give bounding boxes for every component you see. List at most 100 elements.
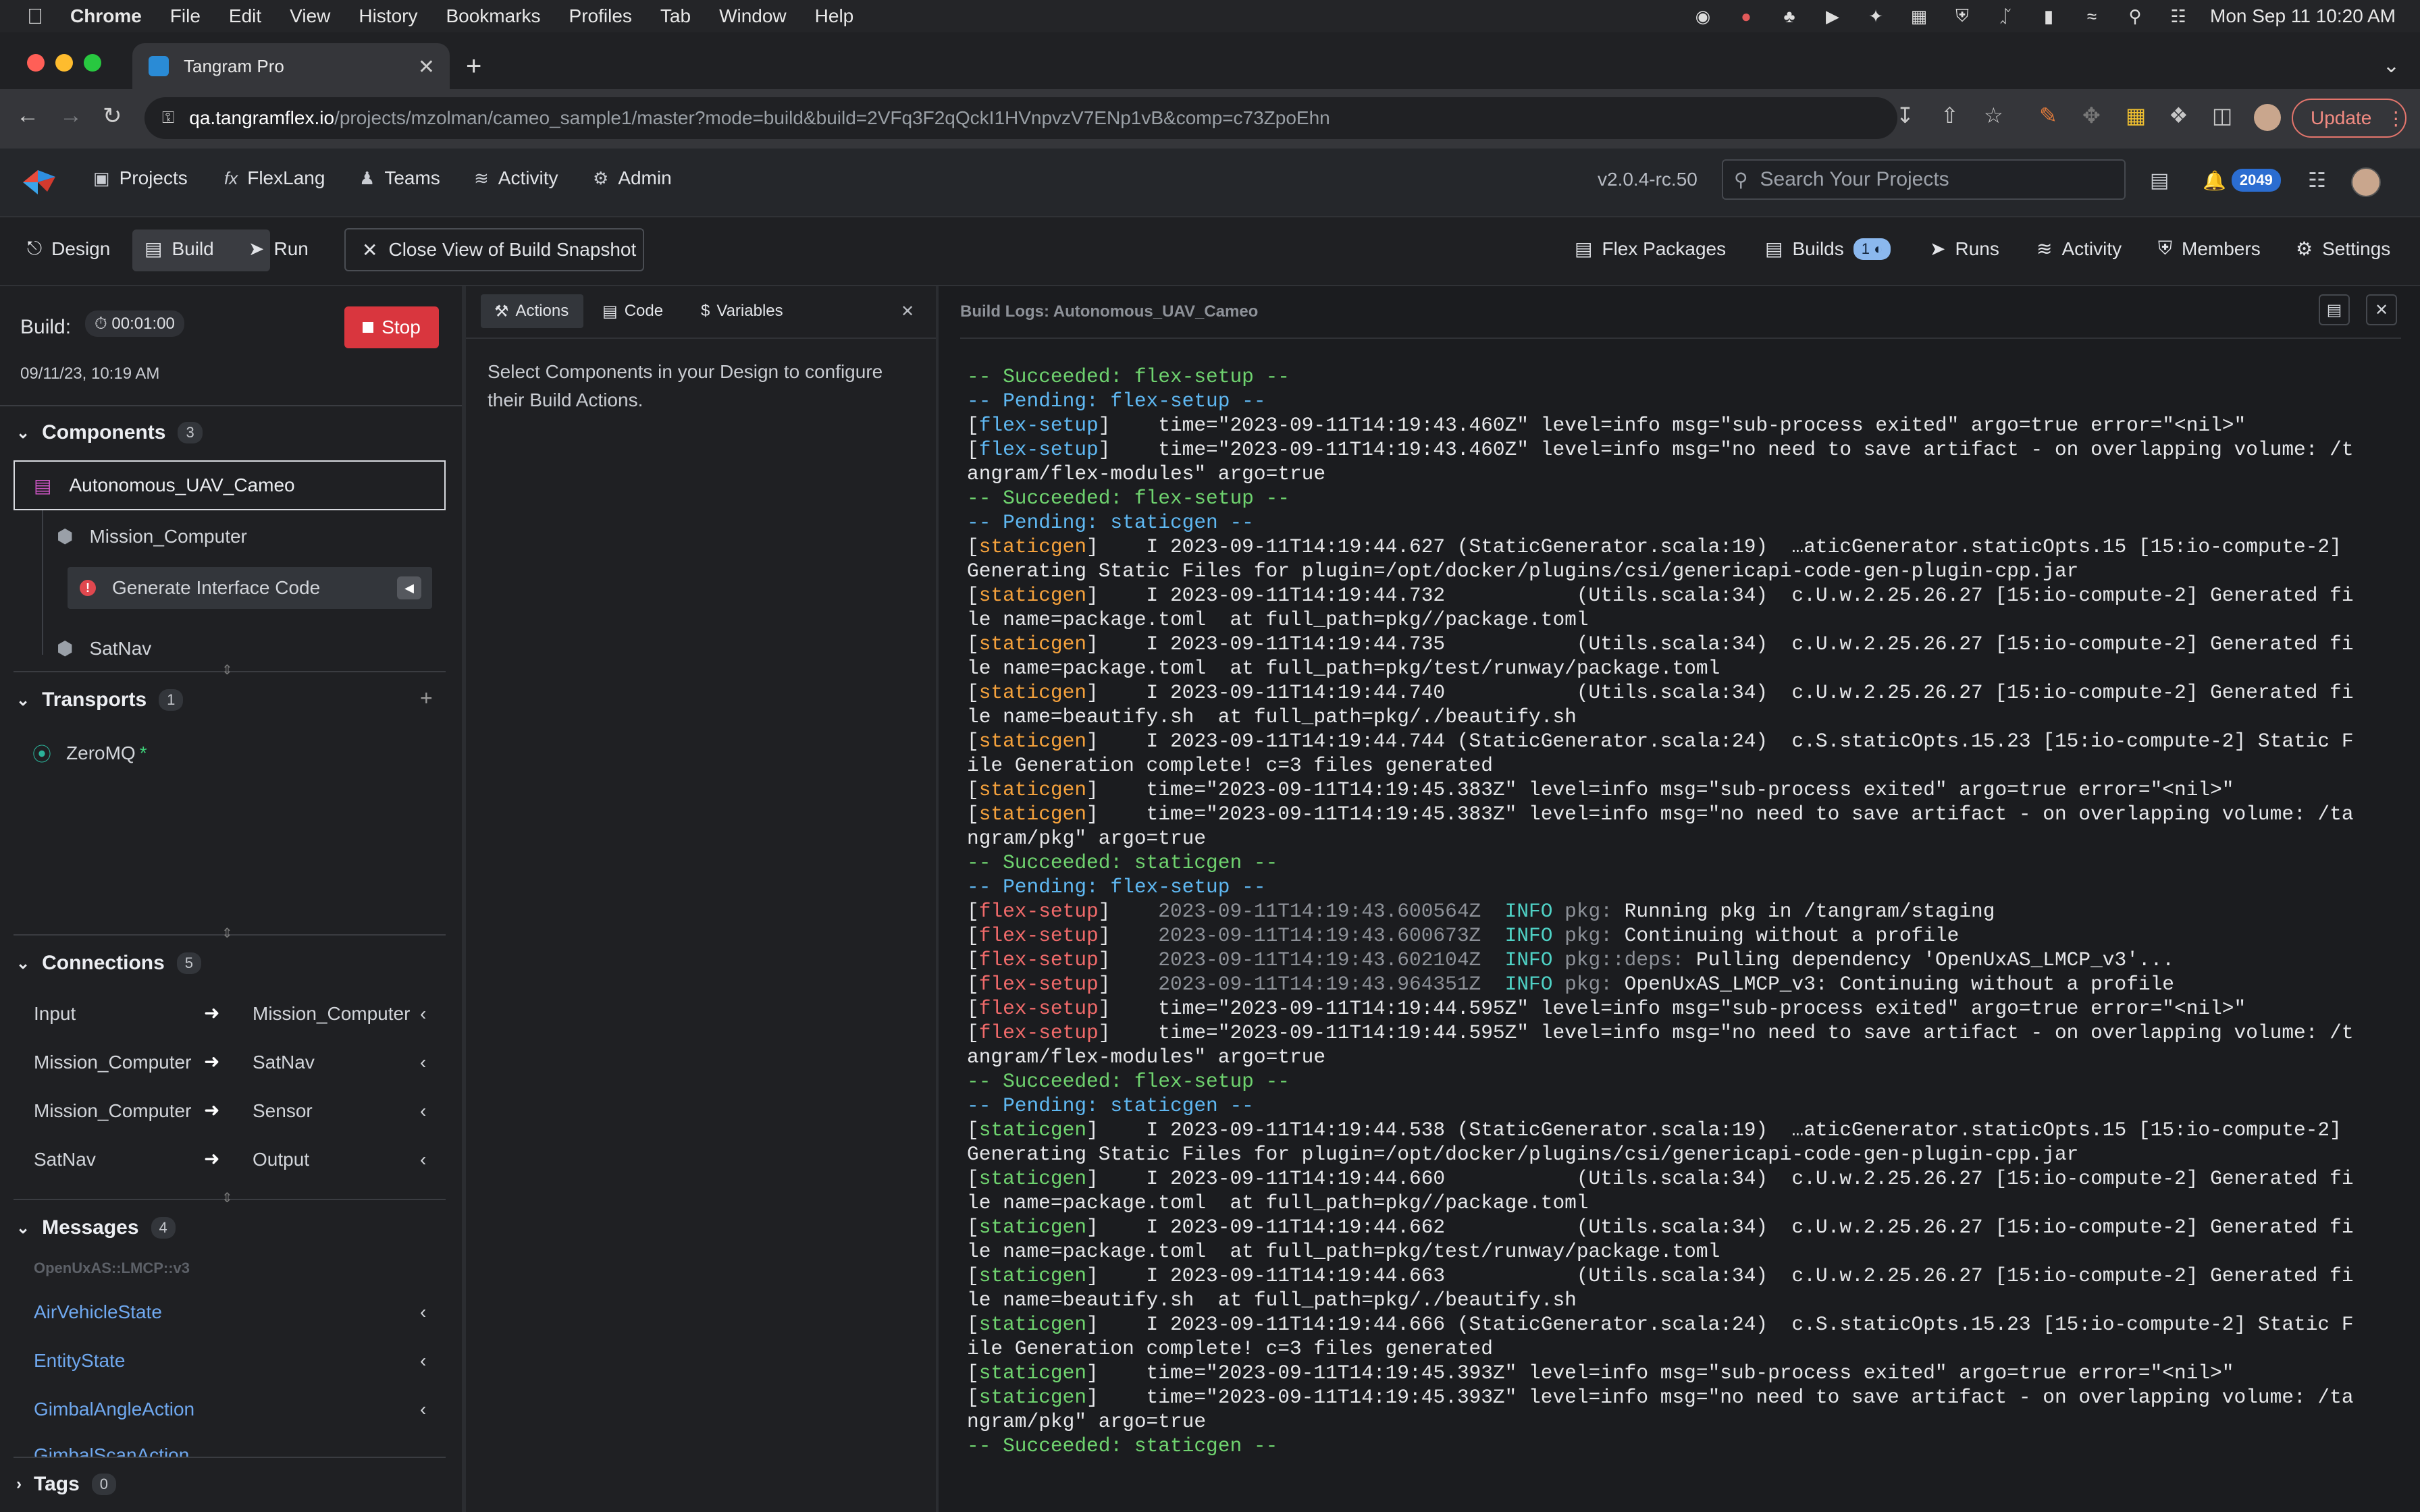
tangram-logo[interactable] xyxy=(20,167,58,200)
nav-runs[interactable]: ➤ Runs xyxy=(1930,238,1999,260)
menu-bookmarks[interactable]: Bookmarks xyxy=(446,5,540,27)
component-item[interactable]: ⬢ Mission_Computer xyxy=(57,525,247,547)
nav-builds[interactable]: ▤ Builds 1 ◐ xyxy=(1765,238,1891,260)
chevron-left-icon[interactable]: ‹ xyxy=(420,1399,426,1420)
menu-view[interactable]: View xyxy=(290,5,330,27)
generate-interface-code-action[interactable]: ! Generate Interface Code ◀ xyxy=(68,567,432,609)
shield-icon[interactable]: ⛨ xyxy=(1951,5,1974,26)
close-build-snapshot-button[interactable]: ✕ Close View of Build Snapshot xyxy=(344,228,644,271)
forward-icon[interactable]: → xyxy=(59,103,82,129)
menu-clock[interactable]: Mon Sep 11 10:20 AM xyxy=(2210,5,2396,27)
inbox-icon[interactable]: ▤ xyxy=(2150,169,2169,192)
site-info-icon[interactable]: ⚿ xyxy=(162,109,174,128)
minimize-window-button[interactable] xyxy=(55,54,73,72)
extensions-puzzle-icon[interactable]: ❖ xyxy=(2169,103,2188,128)
menu-profiles[interactable]: Profiles xyxy=(569,5,632,27)
collapse-left-icon[interactable]: ◀ xyxy=(397,576,421,599)
grid-icon[interactable]: ▦ xyxy=(1908,6,1930,26)
close-panel-icon[interactable]: ✕ xyxy=(901,294,914,328)
close-window-button[interactable] xyxy=(27,54,45,72)
docs-icon[interactable]: ☷ xyxy=(2308,169,2326,192)
nav-admin[interactable]: ⚙ Admin xyxy=(593,167,672,189)
chevron-left-icon[interactable]: ‹ xyxy=(420,1301,426,1323)
tab-variables[interactable]: $ Variables xyxy=(701,294,783,328)
menu-help[interactable]: Help xyxy=(815,5,854,27)
connection-from[interactable]: SatNav xyxy=(34,1149,96,1170)
build-log-output[interactable]: -- Succeeded: flex-setup -- -- Pending: f… xyxy=(967,364,2354,1458)
metrics-extension-icon[interactable]: ▦ xyxy=(2126,103,2146,128)
menu-edit[interactable]: Edit xyxy=(229,5,261,27)
apple-icon[interactable]:  xyxy=(27,4,51,29)
new-tab-button[interactable]: + xyxy=(466,51,481,82)
battery-icon[interactable]: ▮ xyxy=(2037,6,2060,26)
chevron-left-icon[interactable]: ‹ xyxy=(420,1149,426,1170)
tab-actions[interactable]: ⚒ Actions xyxy=(481,294,583,328)
close-logs-button[interactable]: ✕ xyxy=(2366,294,2397,325)
chrome-update-button[interactable]: Update ⋮ xyxy=(2292,99,2406,138)
transport-item[interactable]: ⦿ ZeroMQ * xyxy=(32,740,147,767)
resize-handle-icon[interactable]: ⇕ xyxy=(221,925,233,942)
nav-members[interactable]: ⛨ Members xyxy=(2158,238,2261,260)
status-icon[interactable]: ◉ xyxy=(1691,6,1714,26)
mode-run[interactable]: ➤ Run xyxy=(248,238,309,260)
move-extension-icon[interactable]: ✥ xyxy=(2082,103,2101,128)
bluetooth-icon[interactable]: ᛢ xyxy=(1994,6,2017,26)
user-avatar[interactable] xyxy=(2351,167,2381,197)
connections-header[interactable]: ⌄ Connections 5 xyxy=(16,952,202,975)
chevron-left-icon[interactable]: ‹ xyxy=(420,1100,426,1122)
browser-tab[interactable]: Tangram Pro ✕ xyxy=(132,43,450,89)
connection-from[interactable]: Mission_Computer xyxy=(34,1100,191,1122)
menu-window[interactable]: Window xyxy=(719,5,787,27)
nav-teams[interactable]: ♟ Teams xyxy=(359,167,440,189)
reload-icon[interactable]: ↻ xyxy=(103,103,122,130)
cluster-icon[interactable]: ♣ xyxy=(1778,6,1801,26)
nav-activity[interactable]: ≋ Activity xyxy=(474,167,558,189)
wifi-icon[interactable]: ≈ xyxy=(2080,6,2103,26)
tab-code[interactable]: ▤ Code xyxy=(602,294,663,328)
component-item[interactable]: ⬢ SatNav xyxy=(57,637,151,659)
nav-flex-packages[interactable]: ▤ Flex Packages xyxy=(1575,238,1726,260)
spotlight-icon[interactable]: ⚲ xyxy=(2124,6,2147,26)
bookmark-star-icon[interactable]: ☆ xyxy=(1984,103,2003,128)
menu-tab[interactable]: Tab xyxy=(660,5,691,27)
stop-build-button[interactable]: Stop xyxy=(344,306,439,348)
message-item[interactable]: AirVehicleState xyxy=(34,1301,162,1323)
chevron-left-icon[interactable]: ‹ xyxy=(420,1052,426,1073)
close-tab-icon[interactable]: ✕ xyxy=(418,55,435,79)
connection-to[interactable]: SatNav xyxy=(253,1052,315,1073)
copy-logs-button[interactable]: ▤ xyxy=(2319,294,2350,325)
connection-to[interactable]: Output xyxy=(253,1149,309,1170)
share-icon[interactable]: ⇧ xyxy=(1941,103,1959,128)
transports-header[interactable]: ⌄ Transports 1 xyxy=(16,688,184,711)
connection-from[interactable]: Input xyxy=(34,1003,76,1025)
chevron-left-icon[interactable]: ‹ xyxy=(420,1350,426,1372)
nav-flexlang[interactable]: fx FlexLang xyxy=(224,167,325,189)
side-panel-icon[interactable]: ◫ xyxy=(2212,103,2232,128)
connection-to[interactable]: Mission_Computer xyxy=(253,1003,410,1025)
messages-header[interactable]: ⌄ Messages 4 xyxy=(16,1216,176,1239)
message-item[interactable]: EntityState xyxy=(34,1350,125,1372)
notifications-button[interactable]: 🔔 2049 xyxy=(2203,169,2281,192)
message-item[interactable]: GimbalScanAction xyxy=(34,1444,189,1457)
app-icon[interactable]: ✦ xyxy=(1864,6,1887,26)
address-bar[interactable]: ⚿ qa.tangramflex.io/projects/mzolman/cam… xyxy=(144,97,1897,139)
profile-avatar[interactable] xyxy=(2254,104,2281,131)
nav-projects[interactable]: ▣ Projects xyxy=(93,167,188,189)
zoom-window-button[interactable] xyxy=(84,54,101,72)
back-icon[interactable]: ← xyxy=(16,103,39,129)
component-selected[interactable]: ▤ Autonomous_UAV_Cameo xyxy=(14,460,446,510)
mode-design[interactable]: ⎋ Design xyxy=(27,238,110,260)
connection-to[interactable]: Sensor xyxy=(253,1100,313,1122)
menu-chrome[interactable]: Chrome xyxy=(70,5,142,27)
menu-file[interactable]: File xyxy=(170,5,201,27)
tab-search-chevron-icon[interactable]: ⌄ xyxy=(2383,54,2400,78)
pen-extension-icon[interactable]: ✎ xyxy=(2039,103,2057,128)
record-icon[interactable]: ● xyxy=(1735,6,1758,26)
message-item[interactable]: GimbalAngleAction xyxy=(34,1399,194,1420)
nav-settings[interactable]: ⚙ Settings xyxy=(2296,238,2390,260)
tags-header[interactable]: › Tags 0 xyxy=(16,1473,117,1496)
mode-build[interactable]: ▤ Build xyxy=(144,238,214,260)
install-icon[interactable]: ↧ xyxy=(1896,103,1914,128)
menu-history[interactable]: History xyxy=(359,5,417,27)
control-center-icon[interactable]: ☷ xyxy=(2167,6,2190,26)
